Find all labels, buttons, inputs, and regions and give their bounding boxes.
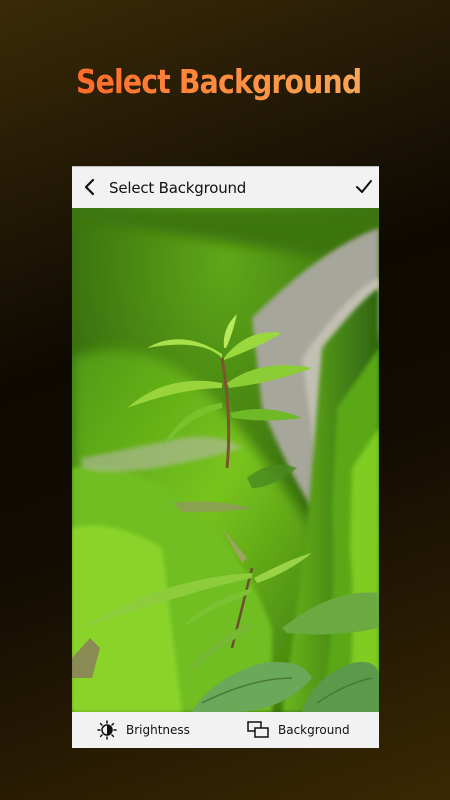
phone-screen: Select Background Brightness Background <box>72 166 379 748</box>
brightness-label: Brightness <box>126 723 190 737</box>
background-icon <box>247 721 269 738</box>
chevron-left-icon[interactable] <box>80 176 100 198</box>
background-button[interactable]: Background <box>247 712 350 748</box>
checkmark-icon[interactable] <box>354 177 374 197</box>
app-bar-title: Select Background <box>109 179 247 197</box>
background-label: Background <box>278 723 350 737</box>
promo-title: Select Background <box>76 62 362 101</box>
app-bar: Select Background <box>72 166 379 208</box>
background-photo[interactable] <box>72 208 379 712</box>
brightness-button[interactable]: Brightness <box>97 712 190 748</box>
brightness-icon <box>97 720 117 740</box>
bottom-toolbar: Brightness Background <box>72 712 379 748</box>
